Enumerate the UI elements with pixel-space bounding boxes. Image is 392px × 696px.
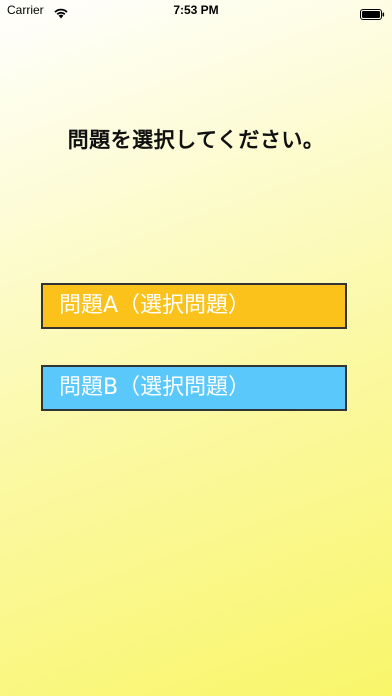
page-title: 問題を選択してください。 [67, 128, 325, 152]
question-a-button[interactable]: 問題A（選択問題） [41, 283, 347, 329]
status-time: 7:53 PM [173, 3, 219, 17]
battery-icon [360, 5, 385, 20]
status-bar: Carrier 7:53 PM [0, 0, 392, 22]
question-b-button[interactable]: 問題B（選択問題） [41, 365, 347, 411]
